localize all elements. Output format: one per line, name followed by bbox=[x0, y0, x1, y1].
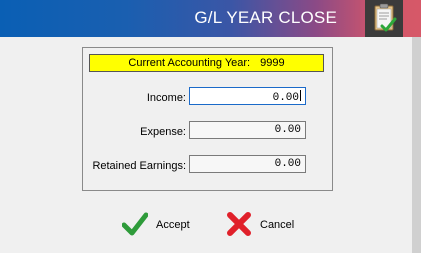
current-year-banner: Current Accounting Year: 9999 bbox=[89, 54, 324, 72]
window-title: G/L YEAR CLOSE bbox=[194, 8, 337, 27]
accept-label: Accept bbox=[156, 219, 190, 231]
expense-value: 0.00 bbox=[274, 124, 301, 136]
retained-earnings-value: 0.00 bbox=[274, 158, 301, 170]
window-edge bbox=[412, 37, 421, 253]
text-caret bbox=[300, 90, 301, 101]
cancel-label: Cancel bbox=[260, 219, 295, 231]
retained-earnings-label: Retained Earnings: bbox=[92, 160, 186, 172]
current-year-value: 9999 bbox=[260, 57, 285, 69]
income-value: 0.00 bbox=[272, 92, 299, 104]
retained-earnings-field[interactable]: 0.00 bbox=[189, 155, 306, 173]
title-bar: G/L YEAR CLOSE bbox=[0, 0, 421, 37]
checkmark-icon bbox=[121, 211, 149, 240]
clipboard-check-icon bbox=[365, 0, 403, 37]
expense-field[interactable]: 0.00 bbox=[189, 121, 306, 139]
x-cross-icon bbox=[226, 211, 252, 240]
accept-button[interactable]: Accept bbox=[121, 211, 190, 240]
income-field[interactable]: 0.00 bbox=[189, 87, 306, 105]
year-close-panel: Current Accounting Year: 9999 Income: 0.… bbox=[82, 47, 333, 191]
income-label: Income: bbox=[146, 92, 186, 104]
cancel-button[interactable]: Cancel bbox=[226, 211, 295, 240]
current-year-label: Current Accounting Year: bbox=[128, 57, 251, 69]
expense-label: Expense: bbox=[140, 126, 186, 138]
